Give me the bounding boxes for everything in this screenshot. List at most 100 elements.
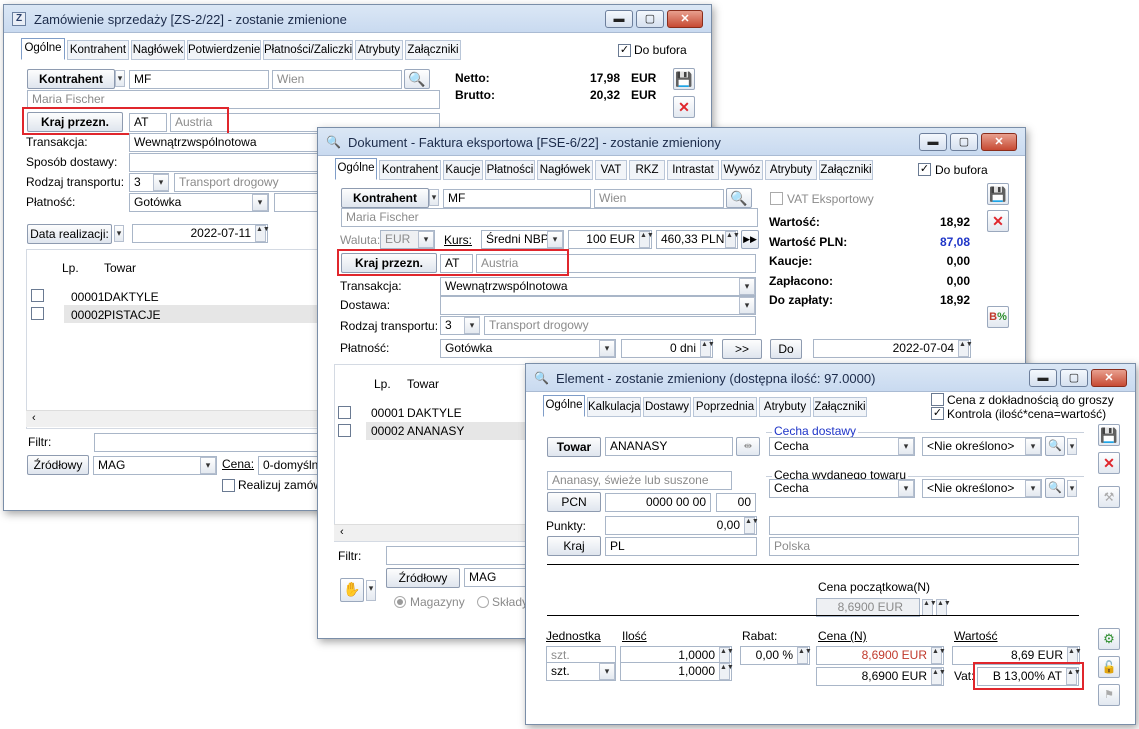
platnosc-select[interactable]: Gotówka: [129, 193, 269, 212]
save-button[interactable]: 💾: [673, 68, 695, 90]
row-1-towar[interactable]: DAKTYLE: [104, 290, 159, 304]
tab-intrastat[interactable]: Intrastat: [667, 160, 719, 180]
title-bar[interactable]: Z Zamówienie sprzedaży [ZS-2/22] - zosta…: [4, 5, 711, 33]
vat-eksportowy-checkbox[interactable]: [770, 192, 783, 205]
cecha-wydanego-lookup-dropdown[interactable]: ▾: [1067, 480, 1077, 497]
close-button[interactable]: ✕: [981, 133, 1017, 151]
kurs-dropdown[interactable]: ▾: [547, 231, 563, 248]
rabat-spinner[interactable]: ▲▼: [797, 647, 812, 664]
tab-kalkulacja[interactable]: Kalkulacja: [587, 397, 641, 417]
pcn-button[interactable]: PCN: [547, 492, 601, 512]
cecha-wydanego-lookup-button[interactable]: 🔍: [1045, 478, 1065, 498]
save-button[interactable]: 💾: [987, 183, 1009, 205]
do-bufora-checkbox[interactable]: ✓: [918, 163, 931, 176]
kontrahent-city-input[interactable]: Wien: [272, 70, 402, 89]
row-2-checkbox[interactable]: [338, 424, 351, 437]
cena-poczatkowa-spinner[interactable]: ▲▼: [922, 599, 937, 616]
transakcja-dropdown[interactable]: ▾: [739, 278, 755, 295]
platnosc-dropdown[interactable]: ▾: [599, 340, 615, 357]
pcn-suffix-input[interactable]: 00: [716, 493, 756, 512]
mag-dropdown[interactable]: ▾: [200, 457, 216, 474]
ilosc-2-spinner[interactable]: ▲▼: [719, 663, 734, 680]
kontrahent-button[interactable]: Kontrahent: [27, 69, 115, 89]
do-date-input[interactable]: 2022-07-04: [813, 339, 971, 358]
opis-input[interactable]: Ananasy, świeże lub suszone: [547, 471, 732, 490]
fast-forward-button[interactable]: ▶▶: [741, 230, 759, 249]
cena-select[interactable]: 0-domyślna: [258, 456, 324, 475]
rodzaj-name-input[interactable]: Transport drogowy: [484, 316, 756, 335]
maximize-button[interactable]: ▢: [950, 133, 978, 151]
zrodlowy-button[interactable]: Źródłowy: [27, 455, 89, 475]
data-dropdown[interactable]: ▾: [114, 225, 124, 242]
mag-select[interactable]: MAG: [93, 456, 217, 475]
kraj-code-input[interactable]: PL: [605, 537, 757, 556]
tab-dostawy[interactable]: Dostawy: [643, 397, 691, 417]
kontrahent-code-input[interactable]: MF: [129, 70, 269, 89]
row-1-towar[interactable]: DAKTYLE: [407, 406, 462, 420]
transakcja-select[interactable]: Wewnątrzwspólnotowa: [440, 277, 756, 296]
jednostka-2-dropdown[interactable]: ▾: [599, 663, 615, 680]
cecha-dostawy-value-select[interactable]: <Nie określono>: [922, 437, 1042, 456]
kontrahent-button[interactable]: Kontrahent: [341, 188, 429, 208]
punkty-spinner[interactable]: ▲▼: [744, 517, 759, 534]
kontrahent-dropdown[interactable]: ▾: [115, 70, 125, 87]
row-1-checkbox[interactable]: [31, 289, 44, 302]
do-button[interactable]: Do: [770, 339, 802, 359]
dni-spinner[interactable]: ▲▼: [700, 340, 715, 357]
tab-zalaczniki[interactable]: Załączniki: [405, 40, 461, 60]
cena-2-spinner[interactable]: ▲▼: [931, 668, 946, 685]
disabled-tool-button[interactable]: ⚒: [1098, 486, 1120, 508]
search-button[interactable]: 🔍: [726, 188, 752, 208]
cena-dokladnosc-checkbox[interactable]: [931, 393, 944, 406]
platnosc-extra-input[interactable]: [274, 193, 319, 212]
tab-kontrahent[interactable]: Kontrahent: [67, 40, 129, 60]
cena-2-input[interactable]: 8,6900 EUR: [816, 667, 944, 686]
tab-poprzednia[interactable]: Poprzednia: [693, 397, 757, 417]
magazyny-radio[interactable]: [394, 596, 406, 608]
cena-poczatkowa-spinner-2[interactable]: ▲▼: [936, 599, 951, 616]
kontrahent-dropdown[interactable]: ▾: [429, 189, 439, 206]
kontrahent-name-input[interactable]: Maria Fischer: [341, 208, 758, 227]
tab-platnosci[interactable]: Płatności: [485, 160, 535, 180]
rodzaj-dropdown[interactable]: ▾: [464, 317, 480, 334]
tab-rkz[interactable]: RKZ: [629, 160, 665, 180]
kraj-button[interactable]: Kraj: [547, 536, 601, 556]
cena-1-input[interactable]: 8,6900 EUR: [816, 646, 944, 665]
cecha-dostawy-lookup-dropdown[interactable]: ▾: [1067, 438, 1077, 455]
maximize-button[interactable]: ▢: [1060, 369, 1088, 387]
kontrahent-city-input[interactable]: Wien: [594, 189, 724, 208]
minimize-button[interactable]: ▬: [605, 10, 633, 28]
cecha-wydanego-value-dropdown[interactable]: ▾: [1025, 480, 1041, 497]
tab-atrybuty[interactable]: Atrybuty: [765, 160, 817, 180]
dostawa-select[interactable]: [440, 296, 756, 315]
arrow-button[interactable]: >>: [722, 339, 762, 359]
tab-potwierdzenie[interactable]: Potwierdzenie: [187, 40, 261, 60]
row-2-towar[interactable]: ANANASY: [407, 424, 464, 438]
filtr-input[interactable]: [94, 433, 324, 452]
ilosc-2-input[interactable]: 1,0000: [620, 662, 732, 681]
cena-1-spinner[interactable]: ▲▼: [931, 647, 946, 664]
tab-ogolne[interactable]: Ogólne: [335, 158, 377, 180]
tab-kaucje[interactable]: Kaucje: [443, 160, 483, 180]
tab-ogolne[interactable]: Ogólne: [21, 38, 65, 60]
settings-button[interactable]: ⚙: [1098, 628, 1120, 650]
transakcja-select[interactable]: Wewnątrzwspólnotowa: [129, 133, 319, 152]
towar-button[interactable]: Towar: [547, 437, 601, 457]
row-1-checkbox[interactable]: [338, 406, 351, 419]
tab-platnosci[interactable]: Płatności/Zaliczki: [263, 40, 353, 60]
save-button[interactable]: 💾: [1098, 424, 1120, 446]
minimize-button[interactable]: ▬: [919, 133, 947, 151]
tab-kontrahent[interactable]: Kontrahent: [379, 160, 441, 180]
maximize-button[interactable]: ▢: [636, 10, 664, 28]
tab-atrybuty[interactable]: Atrybuty: [355, 40, 403, 60]
minimize-button[interactable]: ▬: [1029, 369, 1057, 387]
kurs-amount-spinner[interactable]: ▲▼: [639, 231, 654, 248]
tab-naglowek[interactable]: Nagłówek: [131, 40, 185, 60]
bx-percent-button[interactable]: B%: [987, 306, 1009, 328]
lock-button[interactable]: 🔓: [1098, 656, 1120, 678]
do-date-spinner[interactable]: ▲▼: [958, 340, 973, 357]
title-bar[interactable]: 🔍 Element - zostanie zmieniony (dostępna…: [526, 364, 1135, 392]
platnosc-select[interactable]: Gotówka: [440, 339, 616, 358]
zrodlowy-button[interactable]: Źródłowy: [386, 568, 460, 588]
title-bar[interactable]: 🔍 Dokument - Faktura eksportowa [FSE-6/2…: [318, 128, 1025, 156]
